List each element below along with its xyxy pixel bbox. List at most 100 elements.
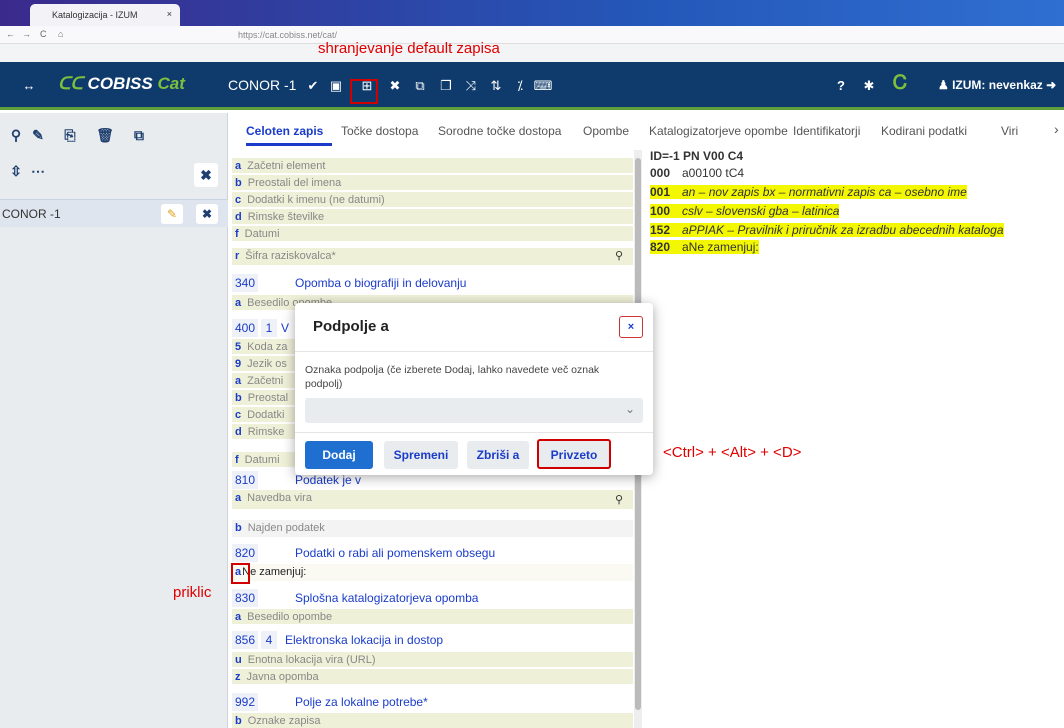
subfield-label: Oznake zapisa (247, 715, 321, 727)
field-header[interactable]: 820 Podatki o rabi ali pomenskem obsegu (232, 544, 633, 562)
save-icon[interactable]: ▣ (325, 75, 347, 97)
tab-katalogizatorjeve-opombe[interactable]: Katalogizatorjeve opombe (649, 124, 788, 138)
shuffle-icon[interactable]: ⤨ (460, 75, 482, 97)
field-indicator[interactable]: 4 (261, 631, 277, 649)
record-list-item[interactable]: CONOR -1 ✎ ✖ (0, 199, 228, 227)
record-text: an – nov zapis bx – normativni zapis ca … (682, 185, 967, 199)
remove-record-icon[interactable]: ✖ (196, 204, 218, 224)
subfield-code: b (235, 392, 242, 404)
tab-opombe[interactable]: Opombe (583, 124, 629, 138)
field-label: Polje za lokalne potrebe* (295, 695, 428, 709)
dialog-title: Podpolje a (313, 318, 389, 335)
edit-icon[interactable]: ✎ (26, 123, 50, 147)
browser-tab[interactable]: Katalogizacija - IZUM × (30, 4, 180, 26)
field-tag: 856 (232, 631, 258, 649)
user-icon: ♟ (938, 78, 953, 92)
field-header[interactable]: 340 Opomba o biografiji in delovanju (232, 274, 633, 292)
subfield-row[interactable]: z Javna opomba (232, 669, 633, 685)
field-tag: 830 (232, 589, 258, 607)
dialog-close-button[interactable]: × (619, 316, 643, 338)
record-id: CONOR -1 (228, 77, 297, 93)
field-tag: 400 (232, 319, 258, 337)
change-button[interactable]: Spremeni (384, 441, 458, 469)
chevron-down-icon: ⌄ (624, 402, 635, 416)
record-tag: 820 (650, 240, 671, 254)
tab-tocke-dostopa[interactable]: Točke dostopa (341, 124, 418, 138)
subfield-row[interactable]: a Začetni element (232, 158, 633, 174)
subfield-code: c (235, 194, 242, 206)
tab-viri[interactable]: Viri (1001, 124, 1018, 138)
field-header[interactable]: 856 4 Elektronska lokacija in dostop (232, 631, 633, 649)
subfield-label: Preostal (247, 392, 289, 404)
record-text: a00100 tC4 (682, 166, 745, 180)
annotation-shortcut: <Ctrl> + <Alt> + <D> (663, 444, 802, 461)
subfield-row[interactable]: u Enotna lokacija vira (URL) (232, 652, 633, 668)
field-indicator[interactable]: 1 (261, 319, 277, 337)
field-tag: 992 (232, 693, 258, 711)
sort-icon[interactable]: ⇅ (485, 75, 507, 97)
open-external-icon[interactable]: ⧉ (409, 75, 431, 97)
user-menu[interactable]: ♟ IZUM: nevenkaz ➜ (938, 78, 1056, 92)
record-tag: 001 (650, 185, 671, 199)
delete-icon[interactable]: 🗑 (93, 123, 117, 147)
subfield-row[interactable]: f Datumi (232, 226, 633, 242)
edit-record-icon[interactable]: ✎ (161, 204, 183, 224)
close-tab-icon[interactable]: × (167, 9, 172, 19)
sidebar: ⚲ ✎ ⎘ 🗑 ⧉ ⇳ ⋯ ✖ CONOR -1 ✎ ✖ (0, 113, 228, 728)
subfield-code: d (235, 426, 242, 438)
tab-celoten-zapis[interactable]: Celoten zapis (246, 124, 323, 138)
field-header[interactable]: 992 Polje za lokalne potrebe* (232, 693, 633, 711)
settings-icon[interactable]: ✱ (858, 75, 880, 97)
close-record-icon[interactable]: ✖ (384, 75, 406, 97)
field-label: Podatek je v (295, 473, 362, 487)
tab-kodirani-podatki[interactable]: Kodirani podatki (881, 124, 967, 138)
subfield-code: a (235, 297, 242, 309)
percent-icon[interactable]: ⁒ (509, 75, 531, 97)
subfield-label: Navedba vira (247, 492, 312, 504)
lookup-icon[interactable]: ⚲ (615, 248, 623, 264)
tab-sorodne-tocke[interactable]: Sorodne točke dostopa (438, 124, 561, 138)
address-bar[interactable]: ← → C ⌂ https://cat.cobiss.net/cat/ (0, 26, 1064, 44)
field-header[interactable]: 830 Splošna katalogizatorjeva opomba (232, 589, 633, 607)
tabs-scroll-right-icon[interactable]: › (1054, 121, 1059, 137)
tab-identifikatorji[interactable]: Identifikatorji (793, 124, 860, 138)
reload-icon[interactable]: C (40, 29, 47, 39)
forward-icon[interactable]: → (22, 29, 31, 39)
subfield-row[interactable]: a Navedba vira ⚲ (232, 490, 633, 510)
subfield-row[interactable]: c Dodatki k imenu (ne datumi) (232, 192, 633, 208)
copy-icon[interactable]: ❐ (435, 75, 457, 97)
subfield-row[interactable]: aNe zamenjuj: (232, 564, 633, 582)
subfield-label: Preostali del imena (247, 177, 342, 189)
subfield-row[interactable]: b Oznake zapisa (232, 713, 633, 728)
subfield-select[interactable]: ⌄ (305, 398, 643, 423)
subfield-row[interactable]: d Rimske številke (232, 209, 633, 225)
logout-icon[interactable]: ➜ (1043, 78, 1056, 92)
duplicate-icon[interactable]: ⧉ (127, 123, 151, 147)
help-icon[interactable]: ? (830, 75, 852, 97)
annotation-box-save-default (350, 79, 378, 104)
back-icon[interactable]: ← (6, 29, 15, 39)
default-button[interactable]: Privzeto (537, 439, 611, 469)
subfield-code: c (235, 409, 242, 421)
record-line-000: 000 a00100 tC4 (650, 166, 744, 181)
lookup-icon[interactable]: ⚲ (615, 492, 623, 508)
new-record-icon[interactable]: ⎘ (58, 123, 82, 147)
subfield-row[interactable]: b Najden podatek (232, 520, 633, 538)
subfield-row[interactable]: r Šifra raziskovalca* ⚲ (232, 248, 633, 266)
keyboard-icon[interactable]: ⌨ (532, 75, 554, 97)
search-icon[interactable]: ⚲ (4, 123, 28, 147)
more-icon[interactable]: ⋯ (26, 159, 50, 183)
url-text[interactable]: https://cat.cobiss.net/cat/ (238, 30, 337, 40)
sort-list-icon[interactable]: ⇳ (4, 159, 28, 183)
subfield-code: r (235, 250, 240, 262)
subfield-label: Začetni element (247, 160, 326, 172)
subfield-row[interactable]: b Preostali del imena (232, 175, 633, 191)
add-button[interactable]: Dodaj (305, 441, 373, 469)
expand-icon[interactable]: ↔ (18, 75, 40, 97)
annotation-recall: priklic (173, 584, 212, 601)
delete-subfield-button[interactable]: Zbriši a (467, 441, 529, 469)
close-list-icon[interactable]: ✖ (194, 163, 218, 187)
subfield-row[interactable]: a Besedilo opombe (232, 609, 633, 625)
home-icon[interactable]: ⌂ (58, 29, 63, 39)
check-icon[interactable]: ✔ (302, 75, 324, 97)
